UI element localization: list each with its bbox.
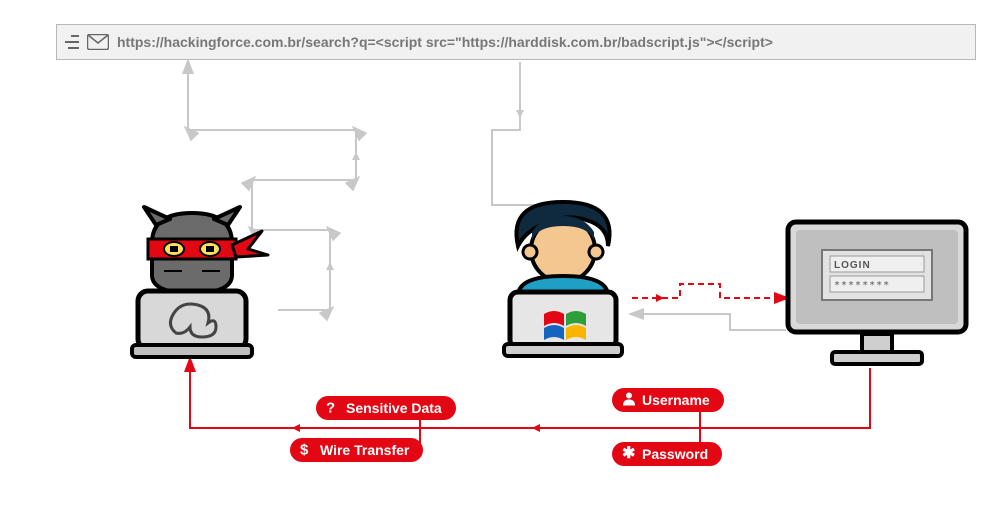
pill-sensitive-label: Sensitive Data — [346, 400, 442, 416]
login-password-mask: ******** — [834, 280, 890, 291]
victim-illustration — [488, 196, 638, 366]
path-victim-to-server — [632, 284, 786, 298]
login-title: LOGIN — [834, 260, 871, 271]
address-bar: https://hackingforce.com.br/search?q=<sc… — [56, 24, 976, 60]
pill-username-label: Username — [642, 392, 710, 408]
attacker-illustration — [112, 205, 272, 365]
address-bar-text: https://hackingforce.com.br/search?q=<sc… — [117, 34, 773, 50]
dollar-icon: $ — [300, 442, 308, 459]
question-icon: ? — [326, 400, 335, 417]
mail-icon — [87, 34, 109, 50]
server-monitor: LOGIN ******** — [782, 216, 972, 386]
path-data-exfil — [190, 360, 870, 454]
pill-wire-label: Wire Transfer — [320, 442, 409, 458]
pill-sensitive-data: ? Sensitive Data — [316, 396, 456, 420]
pill-password: ✱ Password — [612, 442, 722, 466]
pill-password-label: Password — [642, 446, 708, 462]
pill-wire-transfer: $ Wire Transfer — [290, 438, 423, 462]
pill-username: Username — [612, 388, 724, 412]
menu-icon — [65, 35, 79, 49]
person-icon — [622, 392, 636, 409]
path-server-to-victim — [632, 314, 786, 330]
asterisk-icon: ✱ — [622, 447, 635, 461]
